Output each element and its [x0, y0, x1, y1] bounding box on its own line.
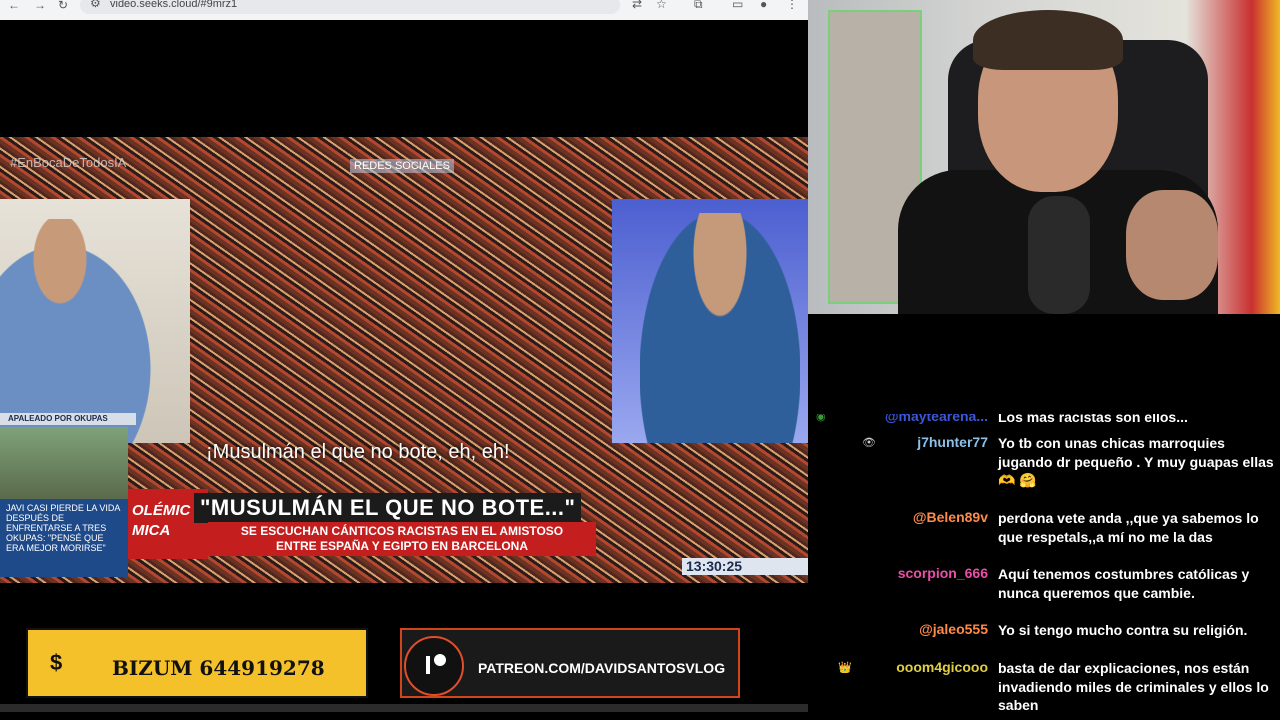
- forward-icon[interactable]: →: [34, 0, 46, 12]
- broadcast-clock: 13:30:25: [682, 558, 808, 575]
- patreon-icon: [404, 636, 464, 696]
- subhead-line1: SE ESCUCHAN CÁNTICOS RACISTAS EN EL AMIS…: [240, 524, 564, 538]
- chat-text: Yo si tengo mucho contra su religión.: [998, 622, 1248, 638]
- chat-text: Aquí tenemos costumbres católicas y nunc…: [998, 566, 1250, 601]
- patreon-banner: PATREON.COM/DAVIDSANTOSVLOG: [400, 628, 740, 698]
- profile-avatar[interactable]: ●: [760, 0, 767, 11]
- extensions-icon[interactable]: ⧉: [694, 0, 703, 12]
- news-subheadline: SE ESCUCHAN CÁNTICOS RACISTAS EN EL AMIS…: [208, 522, 596, 556]
- chat-username[interactable]: ooom4gicooo: [896, 659, 988, 675]
- streamer-webcam: [808, 0, 1280, 314]
- address-bar[interactable]: ⚙ video.seeks.cloud/#9mrz1: [80, 0, 620, 14]
- redes-sociales-label: REDES SOCIALES: [350, 159, 454, 173]
- bizum-banner: $ BIZUM 644919278: [26, 628, 368, 698]
- verified-badge-icon: ◉: [816, 414, 826, 423]
- url-text: video.seeks.cloud/#9mrz1: [110, 0, 238, 10]
- bookmark-star-icon[interactable]: ☆: [656, 0, 667, 11]
- okupas-caption: APALEADO POR OKUPAS: [0, 413, 136, 425]
- browser-toolbar: ← → ↻ ⚙ video.seeks.cloud/#9mrz1 ⇄ ☆ ⧉ ▭…: [0, 0, 808, 20]
- hashtag-label: #EnBocaDeTodosIA: [10, 155, 127, 170]
- right-presenter-video: [612, 199, 808, 443]
- polemic-line2: MICA: [132, 522, 171, 539]
- chat-text: perdona vete anda ,,que ya sabemos lo qu…: [998, 510, 1259, 545]
- translate-icon[interactable]: ⇄: [632, 0, 642, 11]
- chat-username[interactable]: @Belen89v: [913, 509, 988, 525]
- dollar-icon: $: [50, 650, 63, 675]
- site-info-icon[interactable]: ⚙: [90, 0, 101, 10]
- chat-username[interactable]: @maytearena...: [885, 414, 988, 424]
- chat-text: Yo tb con unas chicas marroquies jugando…: [998, 435, 1274, 488]
- video-player[interactable]: #EnBocaDeTodosIA REDES SOCIALES APALEADO…: [0, 137, 808, 583]
- patreon-url: PATREON.COM/DAVIDSANTOSVLOG: [478, 660, 726, 676]
- chat-text: Los más racistas son ellos...: [998, 414, 1188, 425]
- video-subtitle: ¡Musulmán el que no bote, eh, eh!: [206, 441, 510, 463]
- cast-icon[interactable]: ▭: [732, 0, 743, 11]
- reload-icon[interactable]: ↻: [58, 0, 68, 12]
- streamer-hair: [973, 10, 1123, 70]
- eye-badge-icon: 👁: [862, 437, 876, 449]
- news-headline: "MUSULMÁN EL QUE NO BOTE...": [194, 493, 582, 523]
- microphone: [1028, 196, 1090, 314]
- bizum-number: BIZUM 644919278: [112, 656, 325, 680]
- horizontal-scrollbar[interactable]: [0, 704, 808, 712]
- presenter-figure: [640, 213, 800, 443]
- chat-text: basta de dar explicaciones, nos están in…: [998, 660, 1269, 713]
- okupa-story-text: JAVI CASI PIERDE LA VIDA DESPUÉS DE ENFR…: [0, 499, 128, 577]
- subhead-line2: ENTRE ESPAÑA Y EGIPTO EN BARCELONA: [275, 539, 529, 553]
- chat-username[interactable]: scorpion_666: [898, 565, 988, 581]
- live-chat: ◉ @maytearena... Los más racistas son el…: [808, 414, 1280, 720]
- left-guest-video: [0, 199, 190, 443]
- chat-username[interactable]: @jaleo555: [919, 621, 988, 637]
- back-icon[interactable]: ←: [8, 0, 20, 12]
- menu-icon[interactable]: ⋮: [786, 0, 798, 11]
- chat-username[interactable]: j7hunter77: [917, 434, 988, 450]
- okupa-story-thumbnail: [0, 427, 128, 499]
- crown-badge-icon: 👑: [838, 662, 852, 674]
- left-guest-figure: [0, 219, 170, 443]
- streamer-hand: [1126, 190, 1218, 300]
